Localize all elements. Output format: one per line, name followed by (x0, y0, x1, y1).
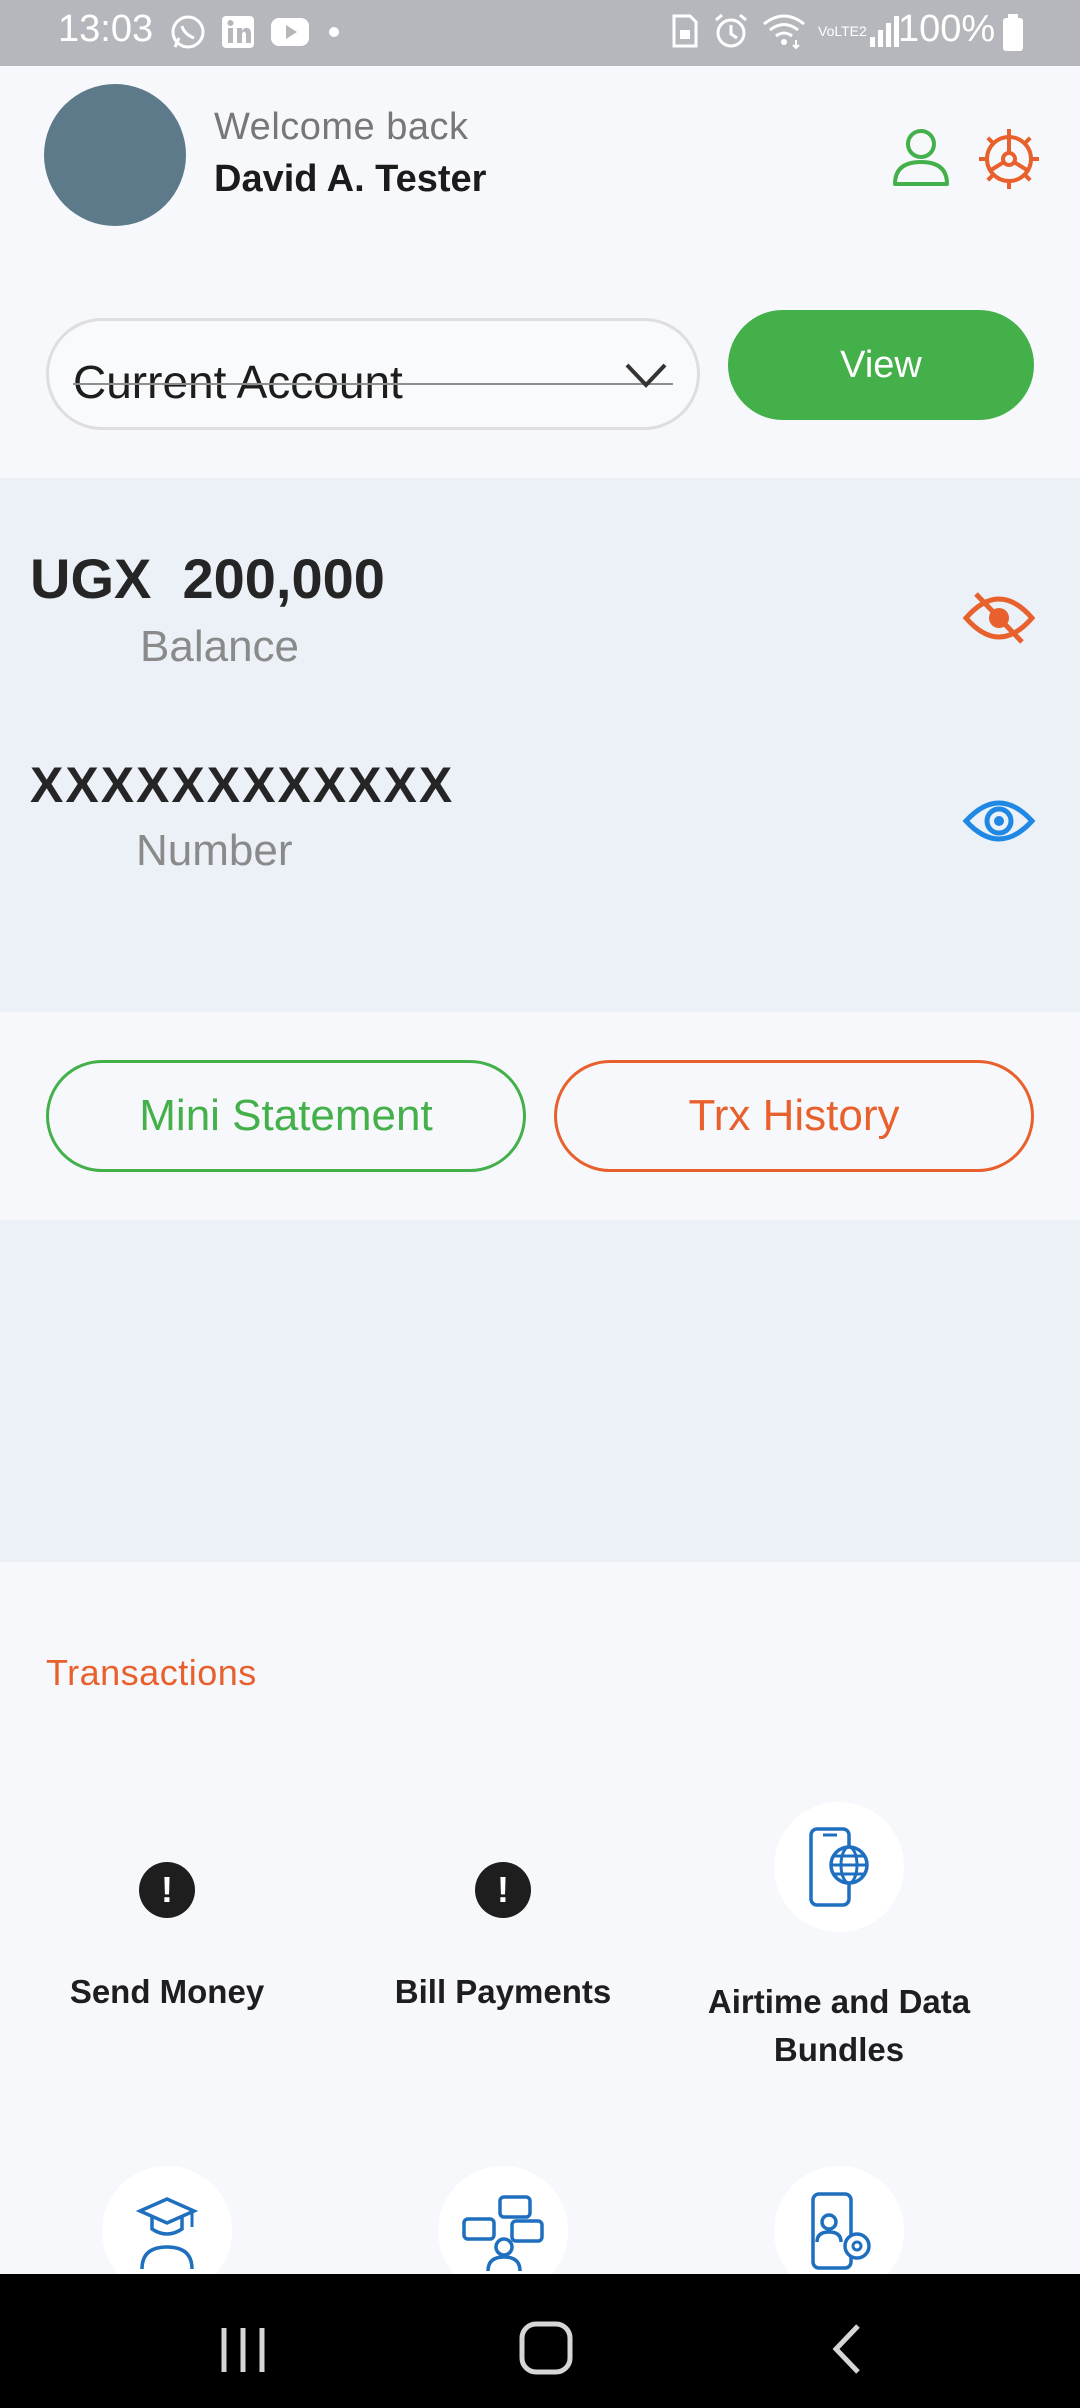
wifi-icon (763, 14, 805, 50)
alert-icon: ! (475, 1862, 531, 1918)
balance-label: Balance (140, 622, 300, 671)
status-time: 13:03 (58, 8, 154, 50)
whatsapp-icon (171, 15, 205, 49)
send-money-label: Send Money (69, 1973, 265, 2010)
person-icon[interactable] (890, 126, 952, 188)
account-dropdown[interactable]: Current Account (46, 318, 700, 430)
phone-globe-icon (774, 1802, 904, 1932)
recent-apps-icon[interactable] (218, 2326, 268, 2374)
balance-amount: UGX 200,000 (30, 547, 385, 610)
trx-history-button[interactable]: Trx History (554, 1060, 1034, 1172)
account-number: XXXXXXXXXXXX (30, 757, 455, 813)
battery-icon (1003, 14, 1023, 51)
navigation-bar (0, 2274, 1080, 2408)
dropdown-underline (73, 383, 673, 385)
youtube-icon (271, 18, 309, 46)
sim-lock-icon (672, 14, 698, 48)
user-name: David A. Tester (214, 158, 487, 200)
bill-payments-tile[interactable]: ! Bill Payments (336, 1862, 670, 2016)
airtime-data-tile[interactable]: Airtime and Data Bundles (672, 1802, 1006, 2074)
dot-icon (329, 27, 339, 37)
transactions-title: Transactions (46, 1652, 257, 1693)
avatar[interactable] (44, 84, 186, 226)
eye-icon[interactable] (962, 792, 1036, 850)
eye-off-icon[interactable] (962, 588, 1036, 648)
airtime-data-label-line2: Bundles (773, 2031, 905, 2068)
welcome-text: Welcome back (214, 106, 469, 148)
screen: 13:03 VoLTE2 100% Welcome back David A. … (0, 0, 1080, 2408)
battery-percent: 100% (898, 8, 996, 50)
airtime-data-label-line1: Airtime and Data (707, 1983, 971, 2020)
account-number-label: Number (136, 826, 293, 875)
content-panel (0, 1220, 1080, 1562)
linkedin-icon (222, 16, 254, 48)
alert-icon: ! (139, 1862, 195, 1918)
system-icons: VoLTE2 (670, 12, 902, 50)
mini-statement-button[interactable]: Mini Statement (46, 1060, 526, 1172)
home-icon[interactable] (518, 2320, 574, 2376)
signal-icon (870, 16, 899, 47)
bill-payments-label: Bill Payments (394, 1973, 612, 2010)
notification-icons (170, 14, 344, 50)
chevron-down-icon (625, 363, 667, 388)
account-selected: Current Account (73, 356, 403, 408)
settings-gear-icon[interactable] (976, 126, 1042, 192)
back-icon[interactable] (828, 2322, 868, 2376)
view-button[interactable]: View (728, 310, 1034, 420)
alarm-icon (715, 13, 747, 48)
send-money-tile[interactable]: ! Send Money (0, 1862, 334, 2016)
status-bar: 13:03 VoLTE2 100% (0, 0, 1080, 66)
volte-label: VoLTE2 (818, 22, 867, 39)
